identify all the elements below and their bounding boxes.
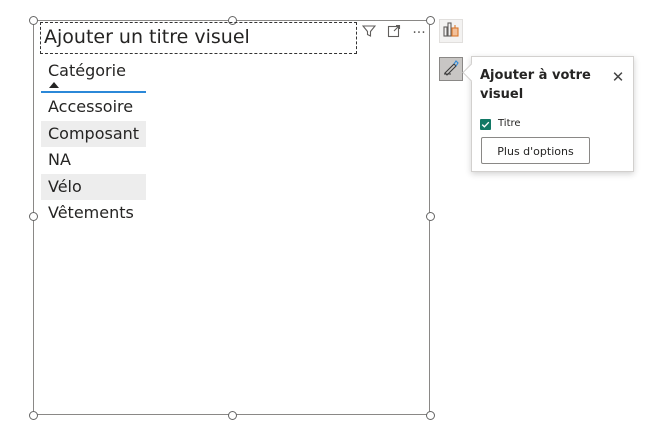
- format-visual-button[interactable]: [439, 57, 463, 81]
- callout-title: Ajouter à votre visuel: [480, 68, 591, 102]
- column-header-categorie[interactable]: Catégorie: [48, 61, 126, 81]
- table-row[interactable]: Accessoire: [41, 94, 146, 121]
- table-row[interactable]: Vêtements: [41, 200, 146, 227]
- resize-handle-top-left[interactable]: [29, 16, 38, 25]
- build-visual-button[interactable]: [439, 19, 463, 43]
- callout-arrow: [462, 63, 481, 82]
- resize-handle-left[interactable]: [29, 212, 38, 221]
- add-to-visual-callout: Ajouter à votre visuel ✕ Titre Plus d'op…: [462, 56, 634, 172]
- filter-icon[interactable]: [360, 24, 378, 42]
- visual-title-placeholder[interactable]: Ajouter un titre visuel: [40, 22, 357, 54]
- resize-handle-bottom[interactable]: [228, 411, 237, 420]
- more-options-button[interactable]: Plus d'options: [481, 137, 590, 164]
- focus-mode-icon[interactable]: [385, 24, 403, 42]
- resize-handle-bottom-left[interactable]: [29, 411, 38, 420]
- table-row[interactable]: Composant: [41, 120, 146, 147]
- resize-handle-bottom-right[interactable]: [426, 411, 435, 420]
- resize-handle-right[interactable]: [426, 212, 435, 221]
- title-checkbox[interactable]: [480, 119, 491, 130]
- table-row[interactable]: NA: [41, 147, 146, 174]
- table-body: Accessoire Composant NA Vélo Vêtements: [41, 94, 146, 227]
- sort-ascending-icon: [49, 82, 59, 88]
- close-icon[interactable]: ✕: [611, 70, 625, 85]
- build-visual-icon: [442, 20, 460, 42]
- table-row[interactable]: Vélo: [41, 173, 146, 200]
- header-underline: [41, 91, 146, 93]
- format-visual-icon: [442, 58, 460, 80]
- more-options-icon[interactable]: ···: [410, 24, 428, 42]
- title-checkbox-label: Titre: [498, 118, 521, 129]
